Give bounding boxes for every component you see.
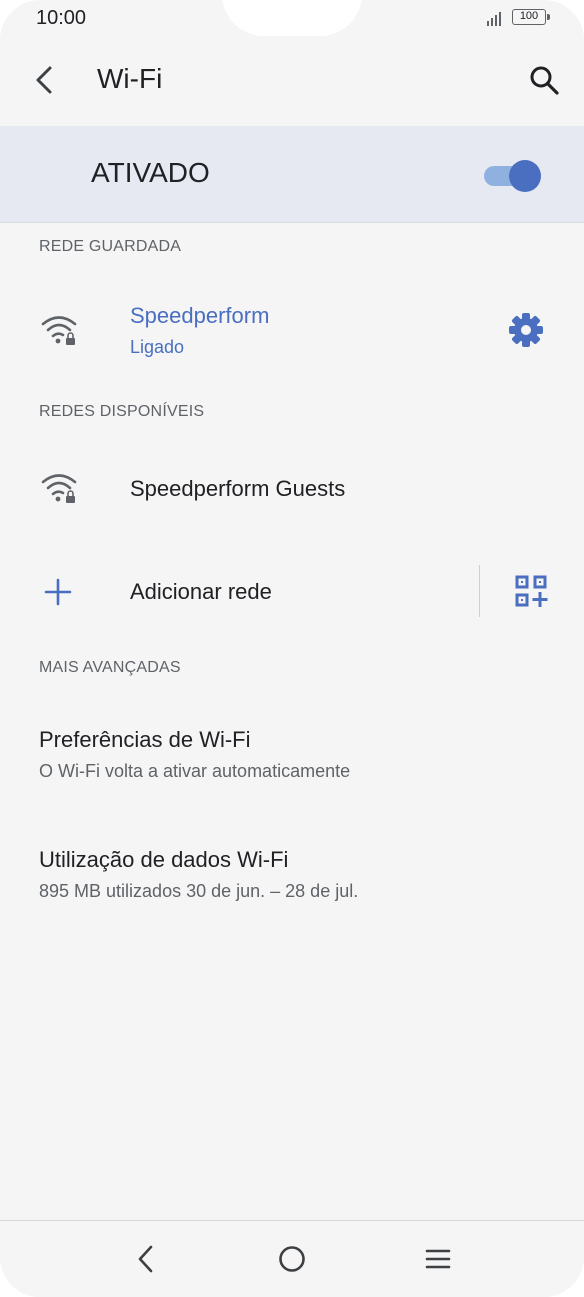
- status-bar: 10:00 100: [0, 0, 584, 40]
- wifi-master-toggle-row[interactable]: ATIVADO: [0, 126, 584, 223]
- status-time: 10:00: [36, 7, 87, 29]
- back-arrow-icon[interactable]: [28, 62, 64, 98]
- add-network-row[interactable]: Adicionar rede: [0, 552, 584, 632]
- qr-code-icon[interactable]: [514, 574, 548, 608]
- phone-screen: 10:00 100 Wi-Fi ATIVADO REDE GUARDADA Sp…: [0, 0, 584, 1297]
- available-network-name: Speedperform Guests: [130, 476, 346, 501]
- app-bar: Wi-Fi: [0, 40, 584, 126]
- wifi-data-usage-title: Utilização de dados Wi-Fi: [39, 847, 289, 872]
- available-network-row[interactable]: Speedperform Guests: [0, 446, 584, 530]
- battery-level: 100: [519, 10, 539, 22]
- saved-network-row[interactable]: Speedperform Ligado: [0, 290, 584, 374]
- signal-icon: [487, 12, 501, 26]
- plus-icon: [44, 578, 72, 606]
- wifi-data-usage-subtitle: 895 MB utilizados 30 de jun. – 28 de jul…: [39, 881, 359, 901]
- gear-icon[interactable]: [506, 310, 546, 350]
- system-navigation-bar: [0, 1220, 584, 1297]
- nav-home-icon[interactable]: [274, 1241, 310, 1277]
- search-icon[interactable]: [526, 62, 562, 98]
- camera-notch: [222, 0, 362, 36]
- saved-network-name: Speedperform: [130, 303, 270, 328]
- saved-network-header: REDE GUARDADA: [39, 238, 182, 255]
- wifi-preferences-subtitle: O Wi-Fi volta a ativar automaticamente: [39, 761, 351, 781]
- advanced-header: MAIS AVANÇADAS: [39, 659, 181, 676]
- wifi-switch[interactable]: [484, 160, 542, 192]
- battery-icon: 100: [512, 9, 550, 25]
- nav-menu-icon[interactable]: [420, 1241, 456, 1277]
- wifi-lock-icon: [41, 474, 77, 503]
- wifi-preferences-title: Preferências de Wi-Fi: [39, 727, 251, 752]
- available-networks-header: REDES DISPONÍVEIS: [39, 403, 205, 420]
- wifi-preferences-row[interactable]: Preferências de Wi-Fi O Wi-Fi volta a at…: [0, 710, 584, 810]
- add-network-label: Adicionar rede: [130, 579, 272, 604]
- toggle-state-label: ATIVADO: [91, 157, 210, 188]
- vertical-divider: [479, 565, 480, 617]
- saved-network-status: Ligado: [130, 337, 185, 357]
- wifi-lock-icon: [41, 316, 77, 345]
- switch-thumb: [509, 160, 541, 192]
- page-title: Wi-Fi: [97, 63, 163, 94]
- nav-back-icon[interactable]: [128, 1241, 164, 1277]
- wifi-data-usage-row[interactable]: Utilização de dados Wi-Fi 895 MB utiliza…: [0, 830, 584, 930]
